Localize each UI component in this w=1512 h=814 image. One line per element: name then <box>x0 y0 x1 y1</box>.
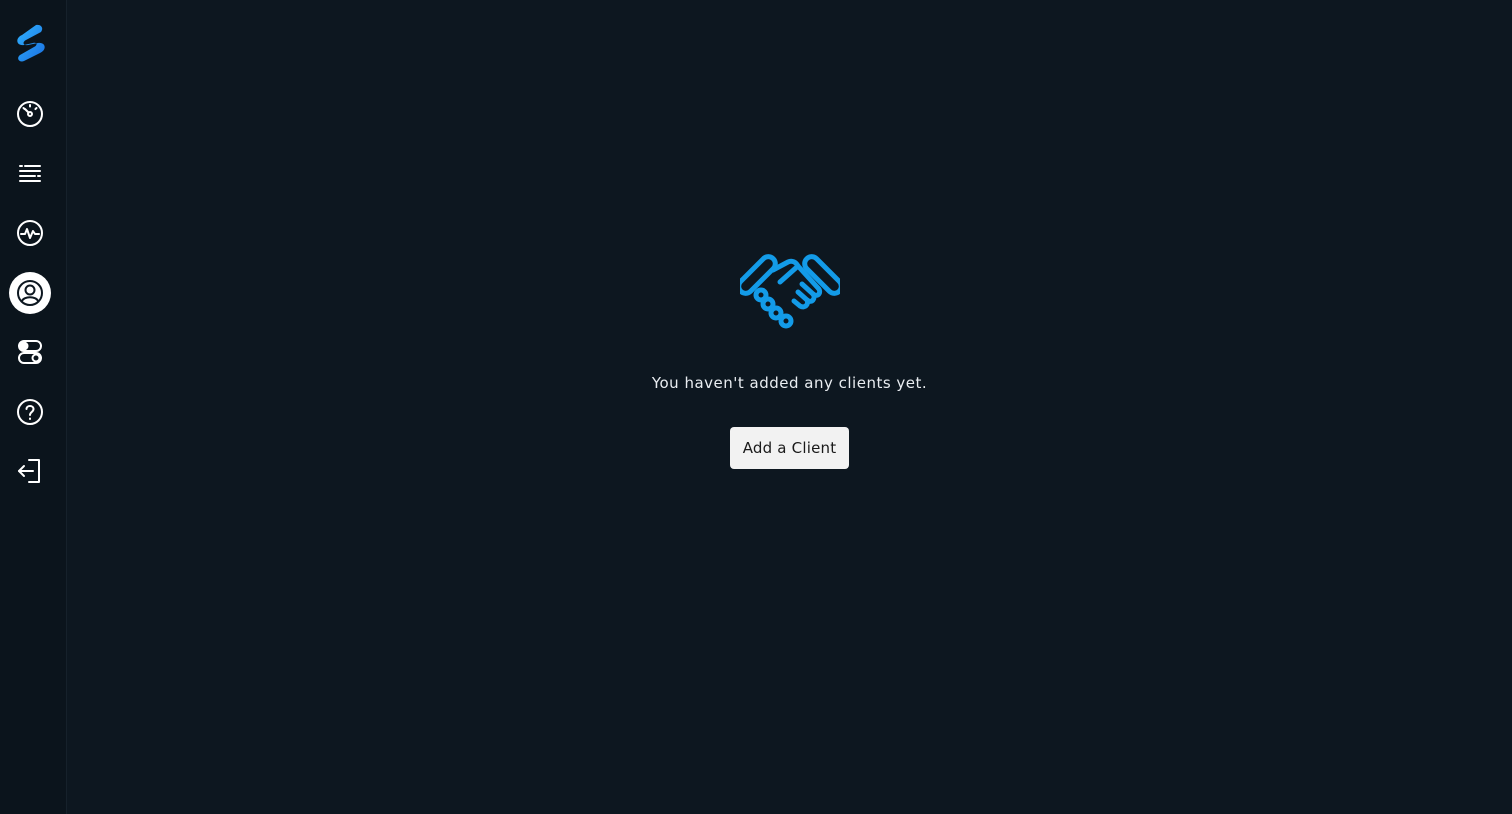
main-content: You haven't added any clients yet. Add a… <box>67 0 1512 814</box>
activity-pulse-icon <box>17 220 43 246</box>
list-icon <box>19 165 41 182</box>
handshake-icon <box>735 248 844 332</box>
nav-help[interactable] <box>9 391 51 433</box>
toggles-icon <box>18 340 42 364</box>
help-question-icon <box>17 399 43 425</box>
nav-dashboard[interactable] <box>9 93 51 135</box>
nav-logout[interactable] <box>9 450 51 492</box>
dashboard-gauge-icon <box>17 101 43 127</box>
nav-activity[interactable] <box>9 212 51 254</box>
nav-list[interactable] <box>9 153 51 195</box>
empty-state: You haven't added any clients yet. Add a… <box>67 248 1512 469</box>
sidebar <box>0 0 67 814</box>
user-circle-icon <box>17 280 43 306</box>
logout-icon <box>18 459 40 483</box>
app-logo[interactable] <box>15 24 47 62</box>
app-root: You haven't added any clients yet. Add a… <box>0 0 1512 814</box>
nav-toggles[interactable] <box>9 331 51 373</box>
add-client-button[interactable]: Add a Client <box>730 427 849 469</box>
empty-state-message: You haven't added any clients yet. <box>651 374 928 392</box>
nav-clients[interactable] <box>9 272 51 314</box>
logo-icon <box>17 24 45 62</box>
